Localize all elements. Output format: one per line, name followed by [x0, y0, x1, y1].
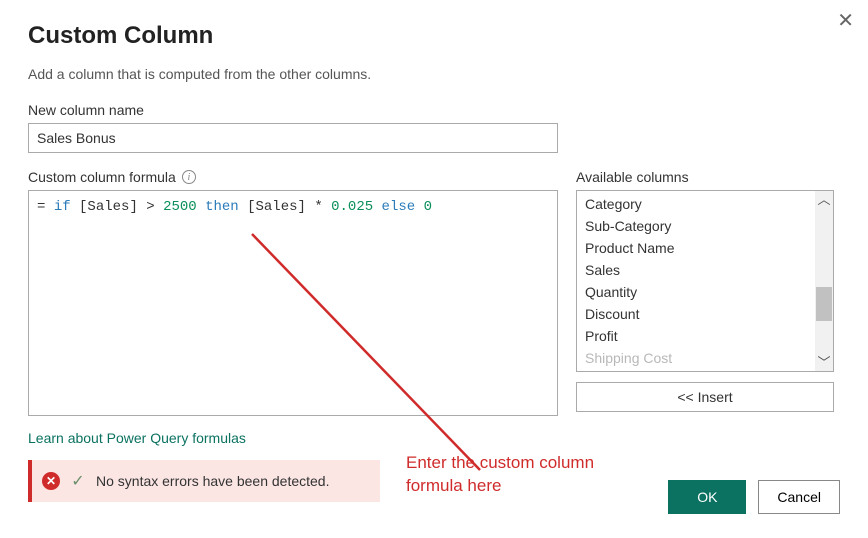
- formula-token-if: if: [54, 199, 71, 215]
- formula-token-col: [Sales]: [247, 199, 306, 215]
- formula-label: Custom column formula i: [28, 169, 558, 185]
- list-item[interactable]: Category: [577, 193, 833, 215]
- formula-token-num: 0: [424, 199, 432, 215]
- new-column-name-input[interactable]: [28, 123, 558, 153]
- list-item[interactable]: Discount: [577, 303, 833, 325]
- formula-token: *: [314, 199, 322, 215]
- status-bar: ✕ ✓ No syntax errors have been detected.: [28, 460, 380, 502]
- error-icon: ✕: [42, 472, 60, 490]
- learn-link[interactable]: Learn about Power Query formulas: [28, 430, 246, 446]
- formula-token-col: [Sales]: [79, 199, 138, 215]
- formula-token: =: [37, 199, 45, 215]
- list-item[interactable]: Sub-Category: [577, 215, 833, 237]
- new-column-name-label: New column name: [28, 102, 840, 118]
- formula-token-else: else: [382, 199, 416, 215]
- status-text: No syntax errors have been detected.: [96, 473, 329, 489]
- formula-token-num: 0.025: [331, 199, 373, 215]
- dialog-title: Custom Column: [28, 22, 840, 50]
- cancel-button[interactable]: Cancel: [758, 480, 840, 514]
- list-item[interactable]: Sales: [577, 259, 833, 281]
- available-columns-label: Available columns: [576, 169, 834, 185]
- scroll-up-icon[interactable]: ︿: [817, 193, 830, 206]
- formula-label-text: Custom column formula: [28, 169, 176, 185]
- scrollbar-thumb[interactable]: [816, 287, 832, 321]
- available-columns-list[interactable]: Category Sub-Category Product Name Sales…: [576, 190, 834, 372]
- formula-token-num: 2500: [163, 199, 197, 215]
- formula-editor[interactable]: = if [Sales] > 2500 then [Sales] * 0.025…: [28, 190, 558, 416]
- formula-token: >: [146, 199, 154, 215]
- list-item[interactable]: Product Name: [577, 237, 833, 259]
- list-item[interactable]: Shipping Cost: [577, 347, 833, 369]
- list-item[interactable]: Quantity: [577, 281, 833, 303]
- dialog-subtitle: Add a column that is computed from the o…: [28, 66, 840, 82]
- formula-token-then: then: [205, 199, 239, 215]
- ok-button[interactable]: OK: [668, 480, 746, 514]
- list-item[interactable]: Profit: [577, 325, 833, 347]
- close-icon[interactable]: ✕: [837, 8, 854, 33]
- check-icon: ✓: [69, 472, 87, 490]
- insert-button[interactable]: << Insert: [576, 382, 834, 412]
- scrollbar[interactable]: ︿ ﹀: [815, 191, 833, 371]
- scroll-down-icon[interactable]: ﹀: [817, 356, 830, 369]
- info-icon[interactable]: i: [182, 170, 196, 184]
